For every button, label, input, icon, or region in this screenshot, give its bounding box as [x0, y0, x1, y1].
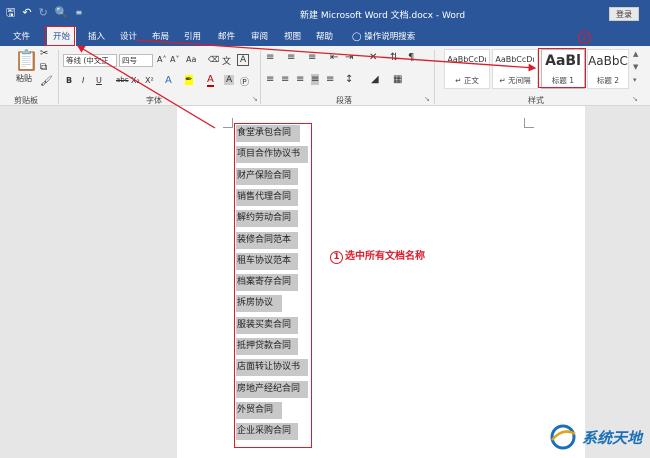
grow-font-button[interactable]: A˄ — [157, 55, 166, 64]
step1-number: 1 — [330, 251, 343, 264]
group-divider — [260, 50, 261, 104]
highlight-icon[interactable]: ✒ — [185, 75, 193, 85]
font-group-label: 字体 — [146, 96, 162, 105]
redo-icon[interactable]: ↻ — [39, 5, 48, 21]
format-painter-icon[interactable]: 🖌 — [40, 76, 53, 87]
italic-button[interactable]: I — [82, 76, 84, 85]
step2-number: 2 — [578, 31, 591, 44]
style-sample: AaBbC — [588, 54, 628, 68]
change-case-button[interactable]: Aa — [186, 55, 196, 64]
style-sample: AaBbCcDı — [447, 55, 487, 64]
styles-dialog-launcher-icon[interactable]: ↘ — [632, 95, 638, 103]
tab-mailings[interactable]: 邮件 — [218, 30, 235, 42]
home-tab-highlight — [45, 26, 75, 46]
style-name: 标题 2 — [596, 76, 620, 85]
sort-icon[interactable]: ⇅ — [390, 52, 398, 63]
copy-icon[interactable]: ⧉ — [40, 62, 47, 73]
subscript-button[interactable]: X₂ — [131, 76, 140, 85]
text-effects-icon[interactable]: A — [165, 75, 172, 86]
customize-icon[interactable]: ≡ — [76, 5, 83, 21]
char-shading-icon[interactable]: A — [224, 75, 235, 85]
lightbulb-icon: ◯ — [352, 32, 362, 42]
align-center-icon[interactable]: ≡ — [281, 74, 289, 85]
style-heading-2[interactable]: AaBbC 标题 2 — [587, 49, 629, 89]
increase-indent-icon[interactable]: ⇥ — [345, 52, 353, 63]
style-name: ↵ 无间隔 — [499, 76, 531, 85]
window-title: 新建 Microsoft Word 文档.docx - Word — [300, 11, 466, 21]
tab-file[interactable]: 文件 — [13, 30, 30, 42]
step1-text: 选中所有文档名称 — [345, 251, 425, 262]
align-left-icon[interactable]: ≡ — [266, 74, 274, 85]
tab-references[interactable]: 引用 — [184, 30, 201, 42]
paste-button[interactable]: 粘贴 — [16, 73, 32, 84]
paste-icon[interactable]: 📋 — [14, 48, 39, 72]
line-spacing-icon[interactable]: ↕ — [345, 74, 353, 85]
style-name: ↵ 正文 — [455, 76, 479, 85]
shading-icon[interactable]: ◢ — [371, 74, 379, 85]
paragraph-group-label: 段落 — [336, 96, 352, 105]
font-color-icon[interactable]: A — [207, 75, 214, 87]
style-no-spacing[interactable]: AaBbCcDı ↵ 无间隔 — [492, 49, 538, 89]
watermark: 系统天地 — [548, 422, 642, 452]
title-bar: 🖫 ↶ ↻ 🔍 ≡ 新建 Microsoft Word 文档.docx - Wo… — [0, 0, 650, 27]
group-divider — [434, 50, 435, 104]
char-border-icon[interactable]: A — [237, 54, 250, 66]
shrink-font-button[interactable]: A˅ — [170, 55, 179, 64]
phonetic-guide-icon[interactable]: 文 — [222, 54, 231, 67]
styles-scroll-up-icon[interactable]: ▲ — [633, 50, 638, 58]
group-divider — [58, 50, 59, 104]
margin-marker — [223, 118, 233, 128]
bold-button[interactable]: B — [66, 76, 72, 85]
cut-icon[interactable]: ✂ — [40, 48, 48, 59]
quick-access-toolbar: 🖫 ↶ ↻ 🔍 ≡ — [6, 5, 82, 21]
login-button[interactable]: 登录 — [609, 7, 639, 21]
print-preview-icon[interactable]: 🔍 — [55, 5, 69, 21]
heading1-highlight — [538, 48, 586, 88]
style-sample: AaBbCcDı — [495, 55, 535, 64]
ribbon-tabs: 文件 开始 插入 设计 布局 引用 邮件 审阅 视图 帮助 ◯ 操作说明搜索 — [0, 27, 650, 46]
font-name-combo[interactable]: 等线 (中文正 — [63, 54, 117, 67]
asian-layout-icon[interactable]: ✕ — [369, 52, 377, 63]
strikethrough-button[interactable]: abc — [116, 76, 129, 84]
undo-icon[interactable]: ↶ — [22, 5, 31, 21]
underline-button[interactable]: U — [96, 76, 102, 85]
tell-me-search[interactable]: ◯ 操作说明搜索 — [352, 30, 415, 42]
tab-review[interactable]: 审阅 — [251, 30, 268, 42]
numbering-icon[interactable]: ≡ — [287, 52, 295, 63]
step1-callout: 1 选中所有文档名称 — [330, 247, 425, 264]
font-size-combo[interactable]: 四号 — [119, 54, 153, 67]
bullets-icon[interactable]: ≡ — [266, 52, 274, 63]
distributed-icon[interactable]: ≡ — [326, 74, 334, 85]
tab-view[interactable]: 视图 — [284, 30, 301, 42]
tab-insert[interactable]: 插入 — [88, 30, 105, 42]
justify-icon[interactable]: ≡ — [311, 74, 320, 85]
tab-layout[interactable]: 布局 — [152, 30, 169, 42]
decrease-indent-icon[interactable]: ⇤ — [330, 52, 338, 63]
watermark-logo-icon — [550, 424, 576, 450]
paragraph-dialog-launcher-icon[interactable]: ↘ — [424, 95, 430, 103]
watermark-text: 系统天地 — [582, 428, 643, 447]
align-right-icon[interactable]: ≡ — [296, 74, 304, 85]
save-icon[interactable]: 🖫 — [6, 5, 15, 21]
style-normal[interactable]: AaBbCcDı ↵ 正文 — [444, 49, 490, 89]
multilevel-list-icon[interactable]: ≡ — [308, 52, 316, 63]
show-marks-icon[interactable]: ¶ — [408, 52, 414, 63]
selection-highlight-box — [234, 123, 312, 448]
font-dialog-launcher-icon[interactable]: ↘ — [252, 95, 258, 103]
borders-icon[interactable]: ▦ — [393, 74, 402, 85]
styles-group-label: 样式 — [528, 96, 544, 105]
tab-help[interactable]: 帮助 — [316, 30, 333, 42]
enclose-char-icon[interactable]: Ⓟ — [240, 75, 249, 88]
margin-marker — [524, 118, 534, 128]
clipboard-group-label: 剪贴板 — [14, 96, 38, 105]
tell-me-label: 操作说明搜索 — [364, 32, 416, 42]
tab-design[interactable]: 设计 — [120, 30, 137, 42]
styles-more-icon[interactable]: ▾ — [633, 76, 637, 84]
styles-scroll-down-icon[interactable]: ▼ — [633, 63, 638, 71]
clear-format-icon[interactable]: ⌫ — [208, 55, 219, 64]
superscript-button[interactable]: X² — [145, 76, 154, 85]
